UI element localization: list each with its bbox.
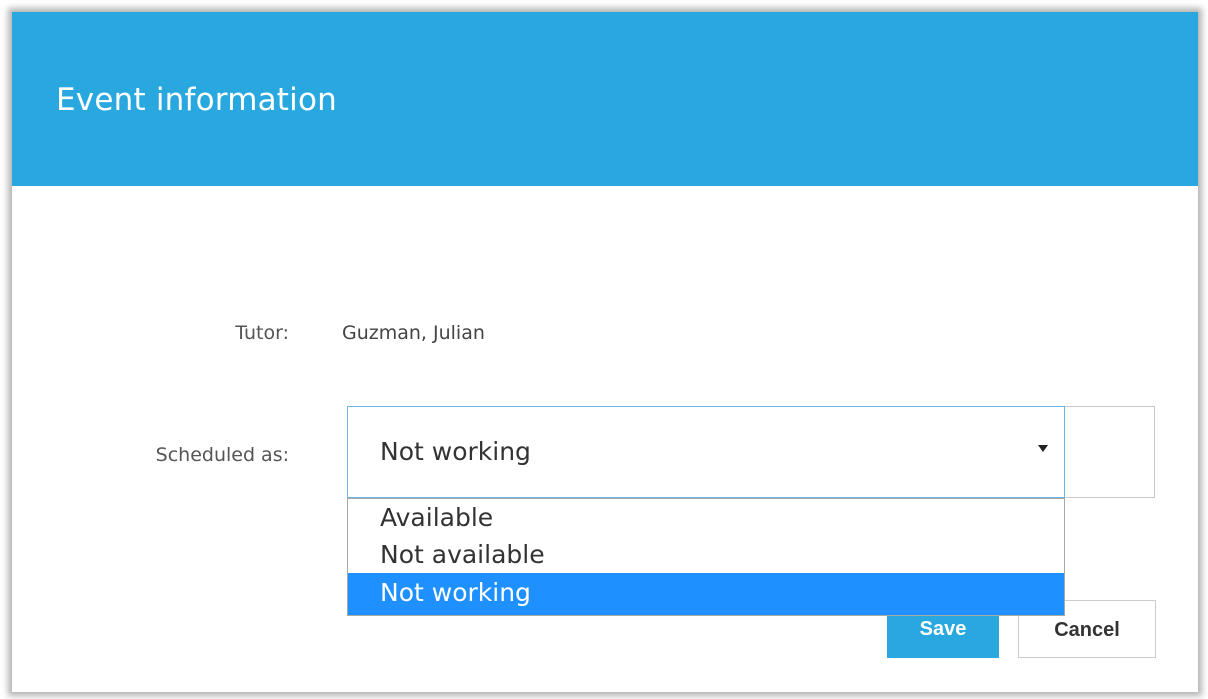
tutor-label: Tutor: bbox=[235, 322, 289, 344]
option-available[interactable]: Available bbox=[348, 499, 1064, 536]
screen: Event information Tutor: Guzman, Julian … bbox=[0, 0, 1208, 699]
option-not-working[interactable]: Not working bbox=[348, 573, 1064, 615]
scheduled-as-dropdown-list: Available Not available Not working bbox=[347, 498, 1065, 616]
event-information-dialog: Event information Tutor: Guzman, Julian … bbox=[12, 12, 1198, 692]
scheduled-as-selected-value: Not working bbox=[380, 437, 531, 466]
dialog-header: Event information bbox=[12, 12, 1198, 186]
option-not-available[interactable]: Not available bbox=[348, 536, 1064, 573]
scheduled-as-select[interactable]: Not working bbox=[347, 406, 1065, 498]
dialog-title: Event information bbox=[56, 82, 337, 118]
select-addon-box bbox=[1065, 406, 1155, 498]
tutor-value: Guzman, Julian bbox=[342, 322, 485, 344]
dialog-body: Tutor: Guzman, Julian Scheduled as: Not … bbox=[12, 186, 1198, 692]
caret-down-icon bbox=[1038, 445, 1048, 452]
scheduled-as-label: Scheduled as: bbox=[155, 444, 289, 466]
